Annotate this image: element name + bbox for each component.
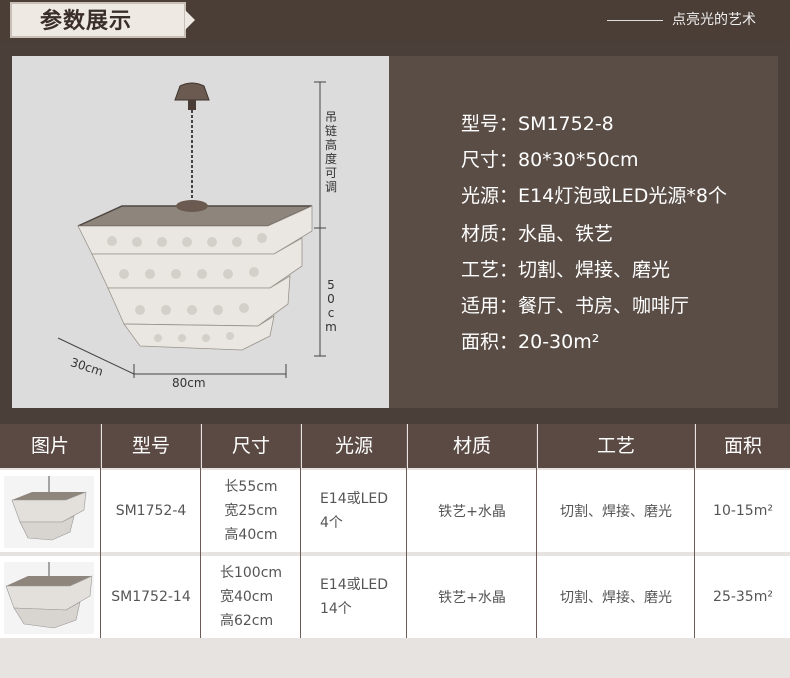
chandelier-thumb-icon — [11, 476, 87, 541]
spec-usage: 适用：餐厅、书房、咖啡厅 — [461, 295, 690, 317]
col-header-model: 型号 — [102, 424, 200, 468]
col-header-area: 面积 — [696, 424, 790, 468]
spec-craft: 工艺：切割、焊接、磨光 — [461, 259, 671, 281]
row-light: E14或LED 14个 — [319, 577, 389, 617]
spec-light: 光源：E14灯泡或LED光源*8个 — [461, 185, 728, 207]
row-model: SM1752-4 — [115, 503, 187, 519]
column-divider — [406, 424, 407, 638]
row-model: SM1752-14 — [111, 589, 191, 605]
table-row: SM1752-4 长55cm 宽25cm 高40cm E14或LED 4个 铁艺+水晶… — [0, 470, 790, 552]
dim-chain-label: 吊链高度可调 — [324, 110, 337, 194]
col-header-light: 光源 — [302, 424, 406, 468]
row-thumbnail — [4, 476, 94, 548]
row-area: 10-15m² — [713, 503, 773, 519]
variants-table: 图片 型号 尺寸 光源 材质 工艺 面积 SM1752-4 长55cm 宽25cm… — [0, 424, 790, 678]
col-header-craft: 工艺 — [538, 424, 694, 468]
column-divider — [200, 424, 201, 638]
hero-section: 吊链高度可调 50cm 30cm 80cm 型号：SM1752-8 尺寸：80*… — [12, 56, 778, 408]
row-craft: 切割、焊接、磨光 — [560, 590, 672, 606]
dim-height-label: 50cm — [325, 278, 337, 334]
column-divider — [100, 424, 101, 638]
column-divider — [536, 424, 537, 638]
spec-area: 面积：20-30m² — [461, 331, 600, 353]
row-thumbnail — [4, 562, 94, 634]
slogan: 点亮光的艺术 — [672, 12, 756, 28]
column-divider — [300, 424, 301, 638]
specs-panel: 型号：SM1752-8 尺寸：80*30*50cm 光源：E14灯泡或LED光源… — [389, 56, 778, 408]
chandelier-thumb-icon — [5, 562, 93, 629]
col-header-size: 尺寸 — [202, 424, 300, 468]
table-row: SM1752-14 长100cm 宽40cm 高62cm E14或LED 14个 铁艺… — [0, 556, 790, 638]
dim-width-label: 80cm — [172, 376, 206, 390]
row-light: E14或LED 4个 — [319, 491, 389, 531]
col-header-material: 材质 — [408, 424, 536, 468]
spec-model: 型号：SM1752-8 — [461, 113, 614, 135]
section-title: 参数展示 — [40, 9, 133, 34]
row-size: 长55cm 宽25cm 高40cm — [224, 479, 278, 543]
row-size: 长100cm 宽40cm 高62cm — [219, 565, 283, 629]
spec-size: 尺寸：80*30*50cm — [461, 149, 639, 171]
section-title-tab: 参数展示 — [10, 2, 186, 38]
top-bar: 参数展示 点亮光的艺术 — [0, 0, 790, 42]
product-photo: 吊链高度可调 50cm 30cm 80cm — [12, 56, 389, 408]
col-header-image: 图片 — [0, 424, 100, 468]
row-material: 铁艺+水晶 — [438, 590, 506, 606]
row-craft: 切割、焊接、磨光 — [560, 504, 672, 520]
chandelier-image — [57, 81, 326, 378]
row-material: 铁艺+水晶 — [438, 504, 506, 520]
row-area: 25-35m² — [713, 589, 773, 605]
slogan-divider — [607, 20, 663, 21]
column-divider — [694, 424, 695, 638]
title-notch — [185, 10, 195, 30]
spec-material: 材质：水晶、铁艺 — [461, 223, 614, 245]
